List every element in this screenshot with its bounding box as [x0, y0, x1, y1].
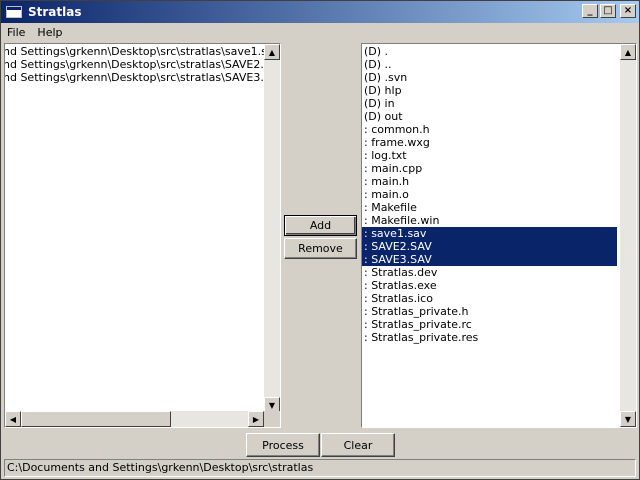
vertical-scrollbar[interactable]: ▲ ▼	[620, 44, 636, 427]
scroll-corner	[264, 411, 280, 427]
scroll-right-icon[interactable]: ▶	[248, 411, 264, 427]
app-window: Stratlas _ □ × File Help nd Settings\grk…	[0, 0, 640, 480]
scroll-up-icon[interactable]: ▲	[264, 44, 280, 60]
list-item[interactable]: : Makefile	[362, 201, 617, 214]
clear-button[interactable]: Clear	[321, 433, 395, 457]
list-item-selected[interactable]: : SAVE3.SAV	[362, 253, 617, 266]
list-item[interactable]: (D) out	[362, 110, 617, 123]
directory-items: (D) . (D) .. (D) .svn (D) hlp (D) in (D)…	[362, 45, 617, 344]
list-item[interactable]: nd Settings\grkenn\Desktop\src\stratlas\…	[5, 58, 280, 71]
scroll-up-icon[interactable]: ▲	[620, 44, 636, 60]
list-item[interactable]: : main.h	[362, 175, 617, 188]
remove-button[interactable]: Remove	[284, 238, 357, 259]
scroll-down-icon[interactable]: ▼	[620, 411, 636, 427]
vertical-scrollbar[interactable]: ▲ ▼	[264, 44, 280, 413]
list-item[interactable]: nd Settings\grkenn\Desktop\src\stratlas\…	[5, 71, 280, 84]
window-title: Stratlas	[28, 5, 82, 19]
scroll-thumb[interactable]	[21, 411, 171, 427]
list-item[interactable]: : Stratlas.dev	[362, 266, 617, 279]
list-item[interactable]: (D) .	[362, 45, 617, 58]
list-item[interactable]: (D) hlp	[362, 84, 617, 97]
list-item[interactable]: : Stratlas.exe	[362, 279, 617, 292]
process-button[interactable]: Process	[246, 433, 320, 457]
app-window-icon	[6, 6, 22, 18]
list-item[interactable]: : Stratlas_private.rc	[362, 318, 617, 331]
directory-list[interactable]: (D) . (D) .. (D) .svn (D) hlp (D) in (D)…	[361, 43, 637, 428]
menu-help[interactable]: Help	[31, 26, 68, 39]
list-item[interactable]: : main.o	[362, 188, 617, 201]
list-item[interactable]: (D) .svn	[362, 71, 617, 84]
list-item-selected[interactable]: : save1.sav	[362, 227, 617, 240]
horizontal-scrollbar[interactable]: ◀ ▶	[5, 411, 264, 427]
list-item[interactable]: : frame.wxg	[362, 136, 617, 149]
list-item[interactable]: : main.cpp	[362, 162, 617, 175]
scroll-left-icon[interactable]: ◀	[5, 411, 21, 427]
title-bar[interactable]: Stratlas _ □ ×	[1, 1, 639, 23]
list-item[interactable]: : Stratlas.ico	[362, 292, 617, 305]
add-button[interactable]: Add	[284, 215, 357, 236]
menu-file[interactable]: File	[1, 26, 31, 39]
list-item[interactable]: (D) in	[362, 97, 617, 110]
status-bar: C:\Documents and Settings\grkenn\Desktop…	[4, 459, 636, 477]
selected-files-list[interactable]: nd Settings\grkenn\Desktop\src\stratlas\…	[4, 43, 281, 428]
list-item[interactable]: (D) ..	[362, 58, 617, 71]
list-item[interactable]: : Stratlas_private.res	[362, 331, 617, 344]
list-item[interactable]: : Stratlas_private.h	[362, 305, 617, 318]
maximize-button[interactable]: □	[600, 4, 616, 18]
list-item-selected[interactable]: : SAVE2.SAV	[362, 240, 617, 253]
close-button[interactable]: ×	[620, 4, 636, 18]
menu-bar: File Help	[1, 23, 639, 42]
list-item[interactable]: : Makefile.win	[362, 214, 617, 227]
selected-files-items: nd Settings\grkenn\Desktop\src\stratlas\…	[5, 45, 280, 84]
list-item[interactable]: : log.txt	[362, 149, 617, 162]
minimize-button[interactable]: _	[582, 4, 598, 18]
list-item[interactable]: nd Settings\grkenn\Desktop\src\stratlas\…	[5, 45, 280, 58]
caption-buttons: _ □ ×	[582, 4, 636, 18]
list-item[interactable]: : common.h	[362, 123, 617, 136]
